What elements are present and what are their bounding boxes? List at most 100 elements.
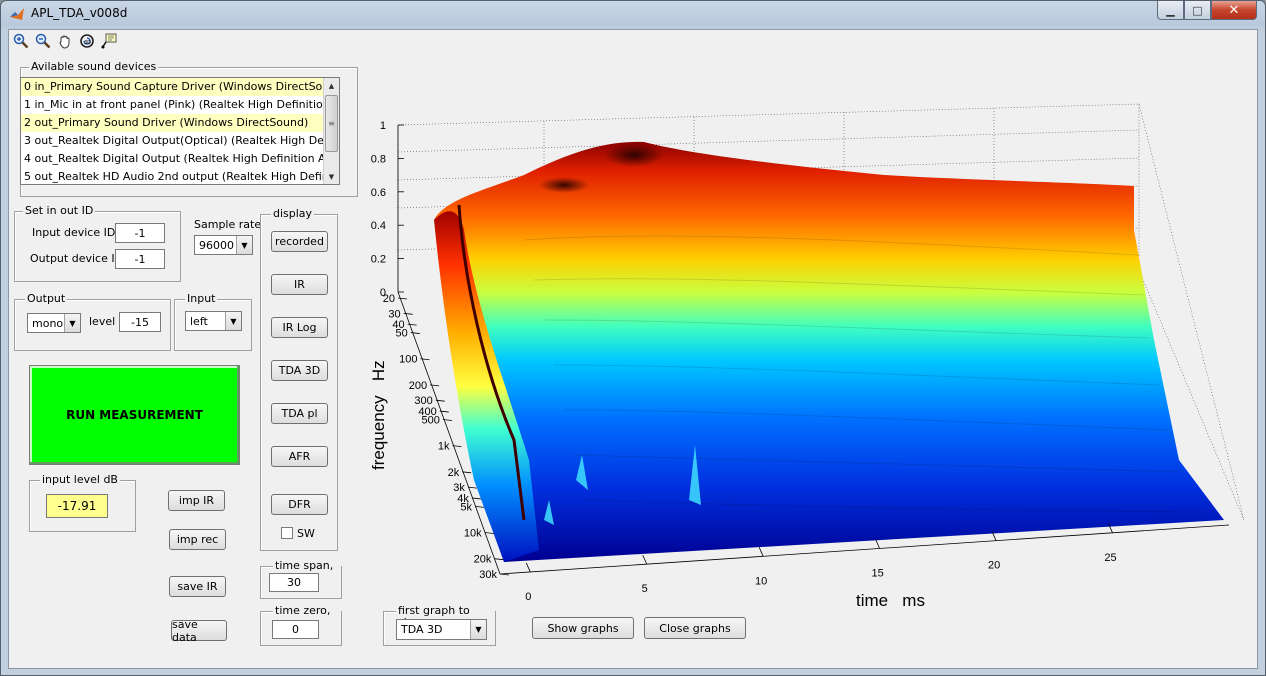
device-item[interactable]: 2 out_Primary Sound Driver (Windows Dire… — [21, 114, 324, 132]
device-item[interactable]: 3 out_Realtek Digital Output(Optical) (R… — [21, 132, 324, 150]
figure-toolbar: 3D — [12, 32, 118, 54]
save-ir-button[interactable]: save IR — [169, 576, 226, 597]
y-tick-label: 2k — [448, 467, 460, 479]
devices-scrollbar[interactable]: ▲ ≡ ▼ — [323, 78, 339, 184]
y-tick-label: 1k — [438, 441, 450, 453]
devices-listbox[interactable]: 0 in_Primary Sound Capture Driver (Windo… — [20, 77, 340, 185]
y-tick-label: 5k — [460, 501, 472, 513]
time-zero-field[interactable]: 0 — [272, 620, 319, 639]
matlab-icon — [10, 8, 24, 20]
y-tick-label: 500 — [422, 414, 440, 426]
y-tick-label: 20 — [383, 293, 395, 305]
x-tick — [875, 539, 881, 549]
tda-3d-button[interactable]: TDA 3D — [271, 360, 328, 381]
afr-button[interactable]: AFR — [271, 446, 328, 467]
dfr-button[interactable]: DFR — [271, 494, 328, 515]
sample-rate-select[interactable]: 96000 ▼ — [194, 235, 253, 255]
tda-pl-button[interactable]: TDA pl — [271, 403, 328, 424]
output-mode-select[interactable]: mono ▼ — [27, 313, 81, 333]
ir-log-button[interactable]: IR Log — [271, 317, 328, 338]
ir-button[interactable]: IR — [271, 274, 328, 295]
y-tick-label: 200 — [409, 380, 427, 392]
sample-rate-label: Sample rate — [194, 218, 262, 231]
tda-3d-plot[interactable]: 00.20.40.60.81 203040501002003004005001k… — [364, 80, 1244, 610]
scroll-down-icon[interactable]: ▼ — [324, 169, 339, 184]
y-tick — [499, 573, 510, 576]
time-span-field[interactable]: 30 — [269, 573, 319, 592]
input-title: Input — [185, 292, 218, 305]
data-cursor-icon[interactable] — [100, 32, 118, 50]
output-mode-value: mono — [32, 316, 64, 330]
z-tick-label: 0.2 — [371, 254, 386, 266]
input-level-title: input level dB — [40, 473, 120, 486]
device-item[interactable]: 0 in_Primary Sound Capture Driver (Windo… — [21, 78, 324, 96]
level-label: level — [89, 315, 116, 328]
first-graph-value: TDA 3D — [401, 623, 443, 636]
window-title: APL_TDA_v008d — [31, 6, 128, 20]
y-tick — [484, 532, 494, 534]
x-tick-label: 5 — [642, 583, 648, 595]
x-axis-label: time ms — [856, 591, 925, 610]
devices-panel-title: Avilable sound devices — [29, 60, 159, 73]
minimize-button[interactable]: ▁ — [1157, 1, 1184, 20]
x-tick-label: 15 — [872, 567, 884, 579]
device-item[interactable]: 1 in_Mic in at front panel (Pink) (Realt… — [21, 96, 324, 114]
input-device-field[interactable]: -1 — [115, 223, 165, 243]
y-tick — [420, 358, 430, 361]
device-item[interactable]: 5 out_Realtek HD Audio 2nd output (Realt… — [21, 168, 324, 184]
z-tick-label: 0.6 — [371, 187, 386, 199]
rotate-3d-icon[interactable]: 3D — [78, 32, 96, 50]
maximize-button[interactable]: □ — [1184, 1, 1211, 20]
y-tick — [397, 297, 408, 300]
sample-rate-value: 96000 — [199, 238, 234, 252]
peak-hotspot — [539, 177, 589, 193]
save-data-button[interactable]: save data — [171, 618, 227, 644]
output-device-label: Output device ID — [30, 252, 124, 265]
chevron-down-icon: ▼ — [470, 620, 486, 639]
x-tick-label: 20 — [988, 560, 1000, 572]
y-tick — [403, 312, 413, 315]
z-tick-label: 0.4 — [371, 220, 386, 232]
output-level-field[interactable]: -15 — [119, 312, 161, 332]
show-graphs-button[interactable]: Show graphs — [532, 617, 634, 639]
peak-hotspot — [604, 143, 664, 167]
input-device-label: Input device ID — [32, 226, 116, 239]
chevron-down-icon: ▼ — [64, 314, 80, 332]
imp-ir-button[interactable]: imp IR — [168, 490, 225, 511]
x-tick — [642, 554, 648, 565]
device-item[interactable]: 4 out_Realtek Digital Output (Realtek Hi… — [21, 150, 324, 168]
display-title: display — [271, 207, 315, 220]
chevron-down-icon: ▼ — [225, 312, 241, 330]
surface-body — [434, 141, 1224, 562]
scroll-up-icon[interactable]: ▲ — [324, 78, 339, 93]
pan-icon[interactable] — [56, 32, 74, 50]
y-tick-label: 50 — [396, 328, 408, 340]
z-tick-label: 1 — [380, 120, 386, 132]
y-tick-label: 100 — [399, 354, 417, 366]
y-tick — [410, 332, 420, 334]
figure-area: 3D Avilable sound devices 0 in_Primary S… — [8, 29, 1258, 669]
y-tick-label: 10k — [464, 528, 482, 540]
zoom-out-icon[interactable] — [34, 32, 52, 50]
run-measurement-button[interactable]: RUN MEASUREMENT — [29, 365, 240, 465]
first-graph-select[interactable]: TDA 3D ▼ — [396, 619, 487, 640]
chevron-down-icon: ▼ — [236, 236, 252, 254]
zoom-in-icon[interactable] — [12, 32, 30, 50]
recorded-button[interactable]: recorded — [271, 231, 328, 252]
sw-checkbox[interactable] — [281, 527, 293, 539]
output-title: Output — [25, 292, 68, 305]
y-tick — [474, 505, 485, 508]
scroll-thumb[interactable]: ≡ — [325, 95, 338, 152]
input-channel-select[interactable]: left ▼ — [185, 311, 242, 331]
output-device-field[interactable]: -1 — [115, 249, 165, 269]
y-tick — [430, 384, 440, 387]
close-button[interactable]: ✕ — [1211, 1, 1257, 20]
svg-text:3D: 3D — [84, 40, 91, 46]
set-io-title: Set in out ID — [23, 204, 96, 217]
close-graphs-button[interactable]: Close graphs — [644, 617, 746, 639]
title-bar[interactable]: APL_TDA_v008d ▁ □ ✕ — [1, 1, 1265, 27]
imp-rec-button[interactable]: imp rec — [169, 529, 226, 550]
x-tick-label: 10 — [755, 575, 767, 587]
app-window: APL_TDA_v008d ▁ □ ✕ 3D Avilable sound de… — [0, 0, 1266, 676]
x-tick — [758, 547, 764, 557]
